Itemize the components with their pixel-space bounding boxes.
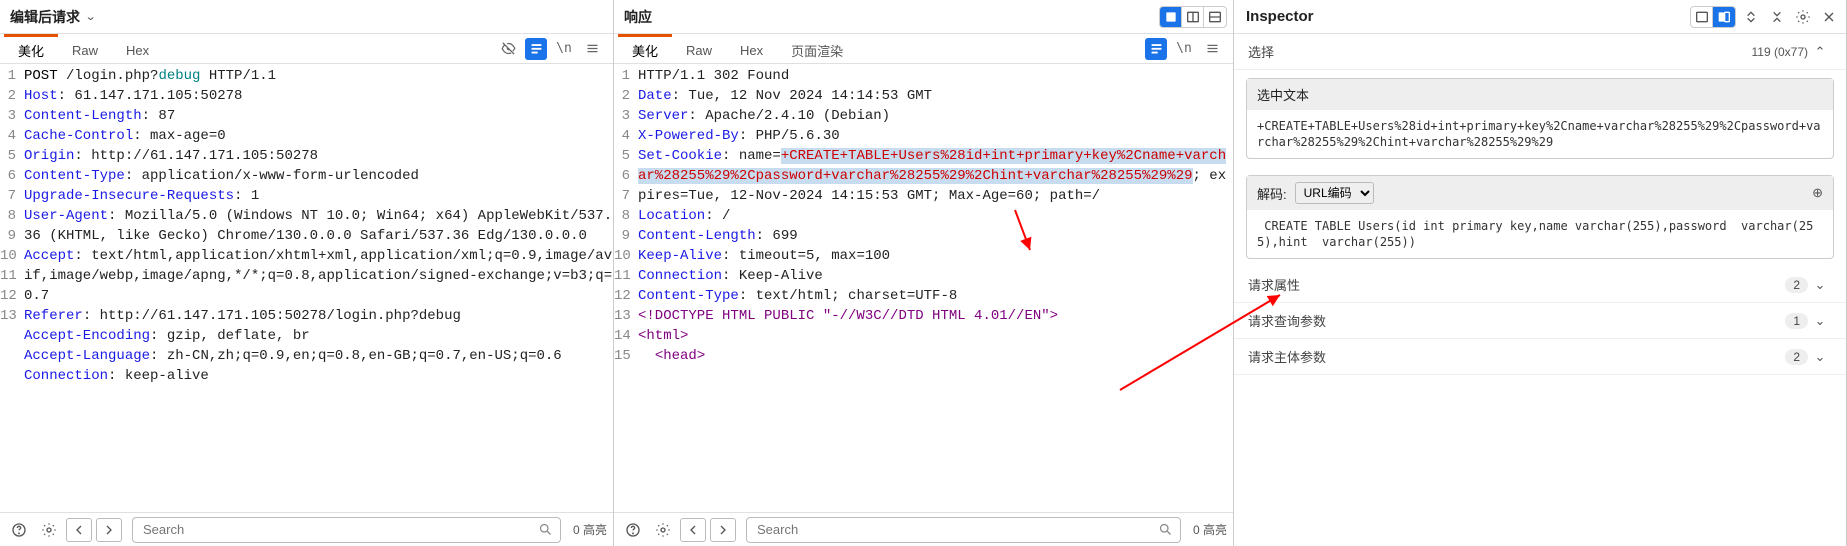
- inspector-title: Inspector: [1246, 8, 1314, 25]
- tab-hex[interactable]: Hex: [726, 34, 777, 63]
- chevron-up-icon[interactable]: ⌃: [1808, 44, 1832, 60]
- response-title: 响应: [624, 7, 652, 27]
- add-decoder-icon[interactable]: ⊕: [1812, 185, 1823, 201]
- decode-type-select[interactable]: URL编码: [1295, 182, 1374, 204]
- tab-raw[interactable]: Raw: [58, 34, 112, 63]
- attrs-row[interactable]: 请求属性 2 ⌄: [1234, 267, 1846, 303]
- next-icon[interactable]: [96, 518, 122, 542]
- decode-label: 解码:: [1257, 184, 1287, 203]
- body-count: 2: [1785, 349, 1808, 365]
- newline-icon[interactable]: \n: [1173, 38, 1195, 60]
- chevron-down-icon[interactable]: ⌄: [1808, 277, 1832, 293]
- tab-beautify[interactable]: 美化: [618, 34, 672, 63]
- search-icon[interactable]: [1158, 522, 1173, 540]
- layout-single-icon[interactable]: [1160, 7, 1182, 27]
- match-count: 0 高亮: [573, 521, 607, 538]
- search-input[interactable]: [746, 517, 1181, 543]
- query-row[interactable]: 请求查询参数 1 ⌄: [1234, 303, 1846, 339]
- panel-collapse-icon[interactable]: [1691, 7, 1713, 27]
- gear-icon[interactable]: [650, 518, 676, 542]
- panel-split-icon[interactable]: [1713, 7, 1735, 27]
- expand-all-icon[interactable]: [1740, 7, 1762, 27]
- display-mode-icon[interactable]: [525, 38, 547, 60]
- select-value: 119 (0x77): [1752, 45, 1808, 59]
- search-input[interactable]: [132, 517, 561, 543]
- request-code[interactable]: POST /login.php?debug HTTP/1.1Host: 61.1…: [20, 66, 613, 510]
- request-title: 编辑后请求: [10, 7, 80, 27]
- tab-hex[interactable]: Hex: [112, 34, 163, 63]
- display-mode-icon[interactable]: [1145, 38, 1167, 60]
- layout-vsplit-icon[interactable]: [1182, 7, 1204, 27]
- help-icon[interactable]: [620, 518, 646, 542]
- prev-icon[interactable]: [66, 518, 92, 542]
- menu-icon[interactable]: [581, 38, 603, 60]
- match-count: 0 高亮: [1193, 521, 1227, 538]
- attrs-count: 2: [1785, 277, 1808, 293]
- body-label: 请求主体参数: [1248, 347, 1785, 366]
- body-row[interactable]: 请求主体参数 2 ⌄: [1234, 339, 1846, 375]
- next-icon[interactable]: [710, 518, 736, 542]
- close-icon[interactable]: [1818, 7, 1840, 27]
- chevron-down-icon[interactable]: ⌄: [1808, 349, 1832, 365]
- tab-raw[interactable]: Raw: [672, 34, 726, 63]
- search-icon[interactable]: [538, 522, 553, 540]
- selected-text-box: 选中文本 +CREATE+TABLE+Users%28id+int+primar…: [1246, 78, 1834, 159]
- tab-render[interactable]: 页面渲染: [777, 34, 857, 63]
- gear-icon[interactable]: [1792, 7, 1814, 27]
- selected-text-value[interactable]: +CREATE+TABLE+Users%28id+int+primary+key…: [1247, 110, 1833, 158]
- decoded-text[interactable]: CREATE TABLE Users(id int primary key,na…: [1247, 210, 1833, 258]
- prev-icon[interactable]: [680, 518, 706, 542]
- selected-text-label: 选中文本: [1247, 79, 1833, 110]
- layout-hsplit-icon[interactable]: [1204, 7, 1226, 27]
- eye-off-icon[interactable]: [497, 38, 519, 60]
- tab-beautify[interactable]: 美化: [4, 34, 58, 63]
- attrs-label: 请求属性: [1248, 275, 1785, 294]
- select-label: 选择: [1248, 42, 1752, 61]
- gear-icon[interactable]: [36, 518, 62, 542]
- newline-icon[interactable]: \n: [553, 38, 575, 60]
- menu-icon[interactable]: [1201, 38, 1223, 60]
- chevron-down-icon[interactable]: ⌄: [1808, 313, 1832, 329]
- response-code[interactable]: HTTP/1.1 302 FoundDate: Tue, 12 Nov 2024…: [634, 66, 1233, 510]
- collapse-all-icon[interactable]: [1766, 7, 1788, 27]
- query-label: 请求查询参数: [1248, 311, 1785, 330]
- query-count: 1: [1785, 313, 1808, 329]
- help-icon[interactable]: [6, 518, 32, 542]
- chevron-down-icon[interactable]: ⌄: [85, 10, 97, 23]
- select-row[interactable]: 选择 119 (0x77) ⌃: [1234, 34, 1846, 70]
- decode-box: 解码: URL编码 ⊕ CREATE TABLE Users(id int pr…: [1246, 175, 1834, 259]
